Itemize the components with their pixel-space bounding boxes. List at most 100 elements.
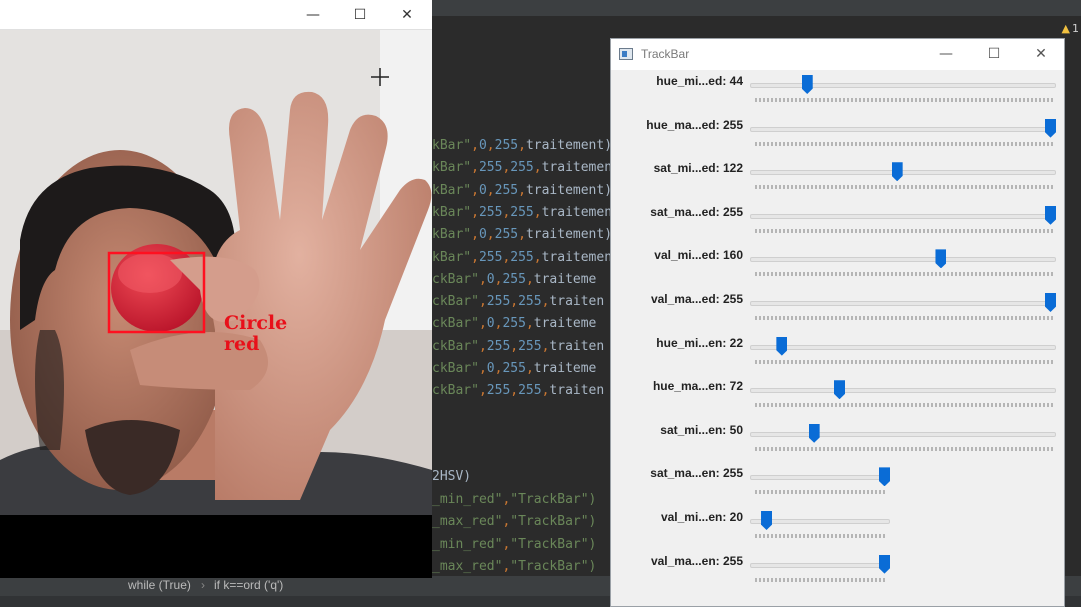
trackbar-thumb[interactable] bbox=[808, 423, 820, 443]
code-token: traitement) bbox=[525, 227, 613, 243]
warning-indicator[interactable]: ▲ 1 bbox=[1062, 22, 1079, 35]
code-token: 0 bbox=[486, 361, 495, 376]
code-token: ckBar" bbox=[432, 338, 479, 354]
trackbar-thumb[interactable] bbox=[761, 511, 773, 530]
code-token: 255 bbox=[486, 383, 511, 399]
trackbar-thumb[interactable] bbox=[1045, 293, 1056, 312]
code-token: 255 bbox=[478, 204, 503, 220]
trackbar-row: hue_ma...en: 72 bbox=[611, 379, 1064, 423]
trackbar-label: sat_ma...ed: 255 bbox=[650, 204, 743, 219]
maximize-icon: ☐ bbox=[353, 7, 367, 23]
breadcrumb-if[interactable]: if k==ord ('q') bbox=[214, 578, 283, 592]
code-line: ckBar",0,255,traiteme bbox=[432, 271, 597, 287]
trackbar-thumb[interactable] bbox=[1045, 205, 1056, 225]
code-token: 255 bbox=[518, 294, 542, 310]
code-token: 255 bbox=[502, 271, 526, 287]
code-token: _min_red" bbox=[432, 536, 503, 552]
trackbar-minimize-button[interactable]: — bbox=[923, 39, 969, 69]
detection-label: Circle red bbox=[224, 313, 287, 355]
trackbar-thumb[interactable] bbox=[879, 467, 890, 487]
trackbar-title-bar[interactable]: TrackBar — ☐ ✕ bbox=[611, 39, 1064, 70]
trackbar-row: sat_mi...en: 50 bbox=[611, 423, 1064, 467]
trackbar-row: sat_mi...ed: 122 bbox=[611, 161, 1064, 205]
trackbar-label: hue_ma...en: 72 bbox=[652, 379, 743, 394]
trackbar-ticks bbox=[755, 534, 886, 538]
code-token: 255 bbox=[478, 160, 503, 176]
code-token: 0 bbox=[486, 316, 495, 332]
trackbar-ticks bbox=[755, 185, 1053, 190]
warning-icon: ▲ bbox=[1061, 22, 1070, 35]
code-line: ckBar",255,255,traiten bbox=[432, 338, 605, 354]
code-token: 255 bbox=[486, 338, 511, 354]
code-token: traiten bbox=[549, 338, 605, 354]
trackbar-thumb[interactable] bbox=[935, 249, 947, 269]
trackbar-label: val_mi...en: 20 bbox=[660, 510, 743, 524]
code-token: traitemen bbox=[541, 160, 613, 176]
trackbar-row: hue_ma...ed: 255 bbox=[611, 118, 1064, 162]
code-token: kBar" bbox=[432, 138, 472, 153]
code-token: traiten bbox=[549, 383, 605, 399]
code-token: ckBar" bbox=[432, 383, 479, 399]
code-line: kBar",255,255,traitemen bbox=[432, 249, 613, 265]
trackbar-ticks bbox=[755, 228, 1053, 233]
trackbar-maximize-button[interactable]: ☐ bbox=[971, 39, 1017, 69]
trackbar-slider[interactable] bbox=[750, 170, 1056, 176]
trackbar-row: hue_mi...en: 22 bbox=[611, 336, 1064, 380]
code-token: 255 bbox=[502, 316, 526, 332]
minimize-icon: — bbox=[306, 7, 320, 23]
code-token: 255 bbox=[486, 294, 511, 310]
trackbar-row: val_mi...ed: 160 bbox=[611, 248, 1064, 292]
code-line: _max_red","TrackBar") bbox=[432, 558, 597, 574]
trackbar-slider[interactable] bbox=[750, 562, 890, 568]
trackbar-slider[interactable] bbox=[750, 431, 1056, 437]
trackbar-close-button[interactable]: ✕ bbox=[1018, 39, 1064, 69]
trackbar-row: hue_mi...ed: 44 bbox=[611, 74, 1064, 118]
trackbar-label: hue_mi...ed: 44 bbox=[656, 74, 743, 88]
camera-feed-image bbox=[0, 30, 432, 515]
breadcrumb-while[interactable]: while (True) bbox=[128, 578, 191, 592]
trackbar-ticks bbox=[755, 490, 886, 495]
trackbar-slider[interactable] bbox=[750, 83, 1056, 88]
trackbar-thumb[interactable] bbox=[776, 336, 788, 356]
trackbar-label: val_ma...ed: 255 bbox=[650, 292, 743, 306]
code-token: 255 bbox=[510, 249, 534, 265]
trackbar-row: val_ma...en: 255 bbox=[611, 554, 1064, 598]
trackbar-label: sat_mi...en: 50 bbox=[660, 422, 743, 437]
camera-window-bottom bbox=[0, 515, 432, 578]
close-button[interactable]: ✕ bbox=[384, 0, 430, 30]
code-token: "TrackBar") bbox=[510, 514, 597, 530]
code-token: "TrackBar") bbox=[510, 492, 597, 507]
trackbar-thumb[interactable] bbox=[879, 554, 890, 574]
trackbar-slider[interactable] bbox=[750, 126, 1056, 132]
code-token: 0 bbox=[478, 182, 487, 198]
trackbar-slider[interactable] bbox=[750, 388, 1056, 394]
trackbar-slider[interactable] bbox=[750, 344, 1056, 350]
code-token: 255 bbox=[494, 138, 519, 153]
code-token: "TrackBar") bbox=[510, 536, 597, 552]
trackbar-thumb[interactable] bbox=[891, 162, 903, 182]
minimize-button[interactable]: — bbox=[290, 0, 336, 30]
maximize-button[interactable]: ☐ bbox=[337, 0, 383, 30]
trackbar-label: val_mi...ed: 160 bbox=[654, 248, 743, 263]
maximize-icon: ☐ bbox=[987, 46, 1001, 62]
detection-label-color: red bbox=[224, 333, 260, 355]
trackbar-slider[interactable] bbox=[750, 475, 890, 481]
trackbar-slider[interactable] bbox=[750, 257, 1056, 263]
detection-label-shape: Circle bbox=[224, 312, 288, 334]
code-token: ckBar" bbox=[432, 316, 479, 332]
code-line: kBar",0,255,traitement) bbox=[432, 138, 613, 153]
code-token: 255 bbox=[502, 361, 526, 376]
trackbar-row: sat_ma...en: 255 bbox=[611, 466, 1064, 510]
camera-title-bar[interactable]: — ☐ ✕ bbox=[0, 0, 432, 30]
code-token: 255 bbox=[510, 160, 534, 176]
code-token: "TrackBar") bbox=[510, 558, 597, 574]
trackbar-slider[interactable] bbox=[750, 213, 1056, 219]
trackbar-thumb[interactable] bbox=[834, 380, 845, 400]
trackbar-thumb[interactable] bbox=[801, 75, 813, 94]
code-token: 255 bbox=[518, 383, 542, 399]
trackbar-window: TrackBar — ☐ ✕ hue_mi...ed: 44 hue_ma...e… bbox=[610, 38, 1065, 607]
code-line: kBar",0,255,traitement) bbox=[432, 182, 613, 198]
warning-count: 1 bbox=[1072, 22, 1079, 35]
trackbar-thumb[interactable] bbox=[1045, 118, 1056, 138]
trackbar-slider[interactable] bbox=[750, 301, 1056, 306]
